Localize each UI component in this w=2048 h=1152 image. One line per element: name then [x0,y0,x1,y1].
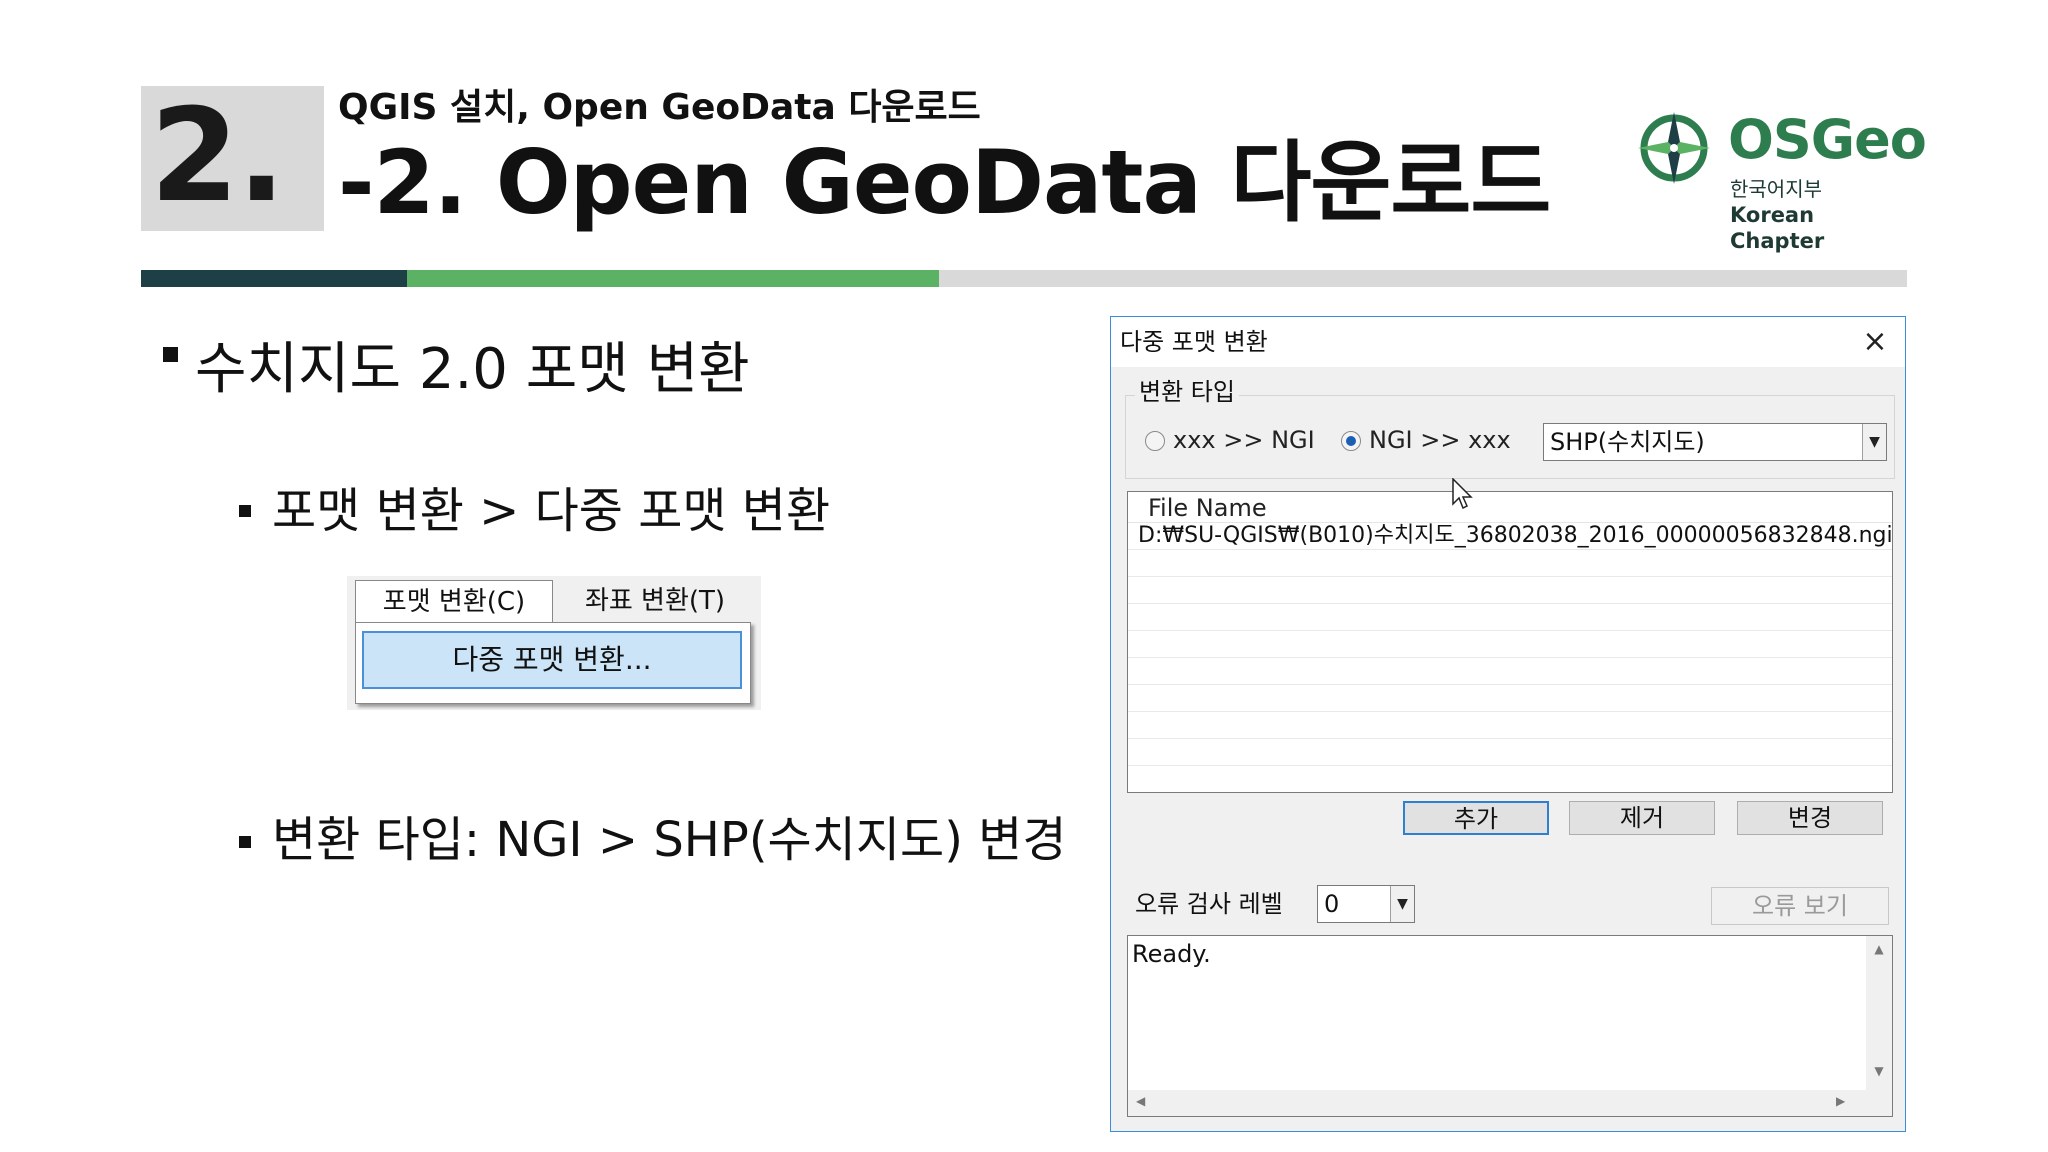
table-row [1128,712,1892,739]
menu-item-multi-format-convert[interactable]: 다중 포맷 변환... [362,631,742,689]
multi-format-convert-dialog: 다중 포맷 변환 × 변환 타입 xxx >> NGI NGI >> xxx S… [1110,316,1906,1132]
section-number: 2. [150,82,286,231]
bullet-marker [239,836,251,848]
bullet-marker [239,505,251,517]
menu-format-convert[interactable]: 포맷 변환(C) [355,580,553,622]
table-row [1128,739,1892,766]
menu-coordinate-convert[interactable]: 좌표 변환(T) [557,580,753,622]
table-row [1128,604,1892,631]
menu-dropdown: 다중 포맷 변환... [355,622,751,704]
bullet-marker [163,347,178,362]
logo-subtitle-english: Korean Chapter [1730,203,1825,253]
dialog-title: 다중 포맷 변환 [1120,328,1268,356]
logo-subtitle-korean: 한국어지부 [1730,177,1822,201]
radio-xxx-to-ngi-label[interactable]: xxx >> NGI [1173,423,1315,457]
divider-segment-grey [939,270,1907,287]
error-level-select[interactable]: 0 ▼ [1317,885,1415,923]
table-row [1128,658,1892,685]
conversion-type-label: 변환 타입 [1135,377,1239,407]
scroll-up-icon[interactable]: ▲ [1866,942,1892,956]
scroll-right-icon[interactable]: ▶ [1836,1094,1845,1108]
error-check-level-label: 오류 검사 레벨 [1135,890,1283,918]
compass-icon [1638,112,1710,184]
close-icon[interactable]: × [1853,323,1897,361]
add-button[interactable]: 추가 [1403,801,1549,835]
logo-name: OSGeo [1728,108,1927,171]
bullet-main: 수치지도 2.0 포맷 변환 [195,337,750,402]
slide-subtitle: QGIS 설치, Open GeoData 다운로드 [338,87,981,128]
radio-xxx-to-ngi[interactable] [1145,431,1165,451]
log-textarea[interactable]: Ready. ▲ ▼ ◀ ▶ [1127,935,1893,1117]
menu-screenshot: 포맷 변환(C) 좌표 변환(T) 다중 포맷 변환... [347,576,761,710]
divider-segment-dark [141,270,407,287]
error-level-value: 0 [1324,890,1340,918]
table-row [1128,631,1892,658]
radio-ngi-to-xxx-label[interactable]: NGI >> xxx [1369,423,1511,457]
horizontal-scrollbar[interactable]: ◀ ▶ [1128,1090,1892,1116]
dialog-titlebar: 다중 포맷 변환 × [1111,317,1905,367]
bullet-sub-conversion-type: 변환 타입: NGI > SHP(수치지도) 변경 [272,812,1067,868]
bullet-sub-menu-path: 포맷 변환 > 다중 포맷 변환 [272,483,831,539]
table-row [1128,685,1892,712]
chevron-down-icon[interactable]: ▼ [1862,424,1886,460]
radio-selected-dot [1346,436,1356,446]
file-name-column-header: File Name [1148,494,1267,522]
format-select[interactable]: SHP(수치지도) ▼ [1543,423,1887,461]
vertical-scrollbar[interactable]: ▲ ▼ [1866,936,1892,1090]
file-list[interactable]: File Name D:₩SU-QGIS₩(B010)수치지도_36802038… [1127,491,1893,793]
scroll-left-icon[interactable]: ◀ [1136,1094,1145,1108]
file-path: D:₩SU-QGIS₩(B010)수치지도_36802038_2016_0000… [1138,523,1893,548]
file-list-header[interactable]: File Name [1128,492,1892,523]
remove-button[interactable]: 제거 [1569,801,1715,835]
cursor-icon [1452,478,1473,510]
radio-ngi-to-xxx[interactable] [1341,431,1361,451]
table-row [1128,550,1892,577]
osgeo-logo: OSGeo 한국어지부 Korean Chapter [1630,98,1927,253]
table-row[interactable]: D:₩SU-QGIS₩(B010)수치지도_36802038_2016_0000… [1128,523,1892,550]
view-errors-button[interactable]: 오류 보기 [1711,887,1889,925]
divider-segment-green [407,270,939,287]
format-select-value: SHP(수치지도) [1550,428,1705,456]
table-row [1128,577,1892,604]
scroll-down-icon[interactable]: ▼ [1866,1064,1892,1078]
chevron-down-icon[interactable]: ▼ [1390,886,1414,922]
change-button[interactable]: 변경 [1737,801,1883,835]
slide-title: -2. Open GeoData 다운로드 [338,131,1551,234]
header-divider-bar [141,270,1907,287]
log-text: Ready. [1132,940,1211,968]
